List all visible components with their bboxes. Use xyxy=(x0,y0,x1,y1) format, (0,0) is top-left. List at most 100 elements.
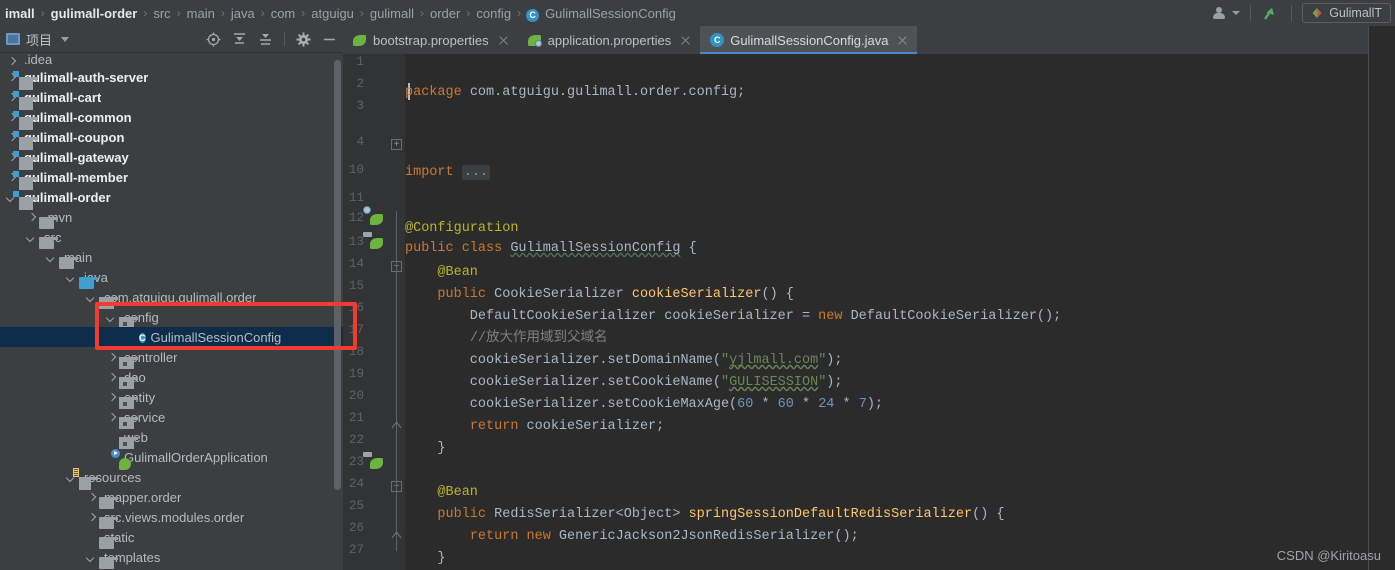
tree-item-service[interactable]: service xyxy=(0,407,343,429)
breadcrumb-item-3[interactable]: main xyxy=(186,6,216,21)
tree-arrow-spacer xyxy=(86,532,97,543)
close-icon[interactable] xyxy=(680,35,691,46)
tree-item--idea[interactable]: .idea xyxy=(0,53,343,67)
editor-tab-application-properties[interactable]: application.properties xyxy=(518,26,701,54)
collapse-all-icon[interactable] xyxy=(258,32,273,47)
fold-region-line xyxy=(396,455,397,527)
tree-item--mvn[interactable]: .mvn xyxy=(0,207,343,229)
chevron-right-icon[interactable] xyxy=(106,412,117,423)
breadcrumb-item-8[interactable]: order xyxy=(429,6,461,21)
breadcrumb-current-file[interactable]: GulimallSessionConfig xyxy=(544,6,677,21)
chevron-down-icon[interactable] xyxy=(26,232,37,243)
tree-item-label: com.atguigu.gulimall.order xyxy=(104,289,257,305)
error-stripe-column[interactable] xyxy=(1369,26,1395,570)
chevron-right-icon[interactable] xyxy=(26,212,37,223)
tree-item-src[interactable]: src xyxy=(0,227,343,249)
fold-end-cap-icon[interactable] xyxy=(391,526,402,539)
line-number: 1 xyxy=(356,55,364,69)
tree-item-mapper-order[interactable]: mapper.order xyxy=(0,487,343,509)
close-icon[interactable] xyxy=(897,35,908,46)
editor-tab-gulimall-session-config[interactable]: C GulimallSessionConfig.java xyxy=(700,26,918,54)
chevron-down-icon[interactable] xyxy=(1232,11,1241,15)
tree-item-gulimall-common[interactable]: gulimall-common xyxy=(0,107,343,130)
breadcrumb-item-0[interactable]: imall xyxy=(4,6,36,21)
breadcrumb-item-9[interactable]: config xyxy=(475,6,512,21)
project-tree[interactable]: .idea gulimall-auth-server gulimall-cart gu… xyxy=(0,53,343,570)
chevron-down-icon[interactable] xyxy=(61,36,70,42)
code-line-4: import ... xyxy=(405,165,491,180)
tree-item-label: gulimall-gateway xyxy=(24,149,129,165)
run-configuration-icon xyxy=(1312,8,1322,18)
code-line-20: return cookieSerializer; xyxy=(469,419,665,434)
tree-item-gulimallsessionconfig[interactable]: C GulimallSessionConfig xyxy=(0,327,343,347)
tree-item-gulimall-cart[interactable]: gulimall-cart xyxy=(0,87,343,110)
chevron-right-icon[interactable] xyxy=(6,56,17,67)
editor-gutter[interactable]: 1 2 3 4 10 11 12 13 14 15 16 17 18 19 20 21 22 23 24 25 26 27… xyxy=(343,54,405,570)
expand-all-icon[interactable] xyxy=(232,32,247,47)
tree-item-web[interactable]: web xyxy=(0,427,343,449)
tree-arrow-spacer xyxy=(126,332,137,343)
tree-item-label: gulimall-common xyxy=(24,109,132,125)
line-number: 21 xyxy=(348,411,364,425)
chevron-down-icon[interactable] xyxy=(106,312,117,323)
chevron-right-icon[interactable] xyxy=(106,372,117,383)
chevron-down-icon[interactable] xyxy=(86,552,97,563)
tree-item-src-views-modules-order[interactable]: src.views.modules.order xyxy=(0,507,343,529)
tree-item-gulimall-auth-server[interactable]: gulimall-auth-server xyxy=(0,67,343,90)
run-configuration-selector[interactable]: GulimallT xyxy=(1302,3,1391,23)
breadcrumb-separator: › xyxy=(466,6,471,20)
tree-item-gulimall-coupon[interactable]: gulimall-coupon xyxy=(0,127,343,150)
breadcrumb-item-4[interactable]: java xyxy=(230,6,256,21)
spring-bean-navigate-gutter-icon[interactable] xyxy=(363,452,385,472)
tree-item-dao[interactable]: dao xyxy=(0,367,343,389)
chevron-down-icon[interactable] xyxy=(66,272,77,283)
breadcrumb-item-6[interactable]: atguigu xyxy=(310,6,355,21)
fold-expand-imports-icon[interactable]: + xyxy=(391,139,402,150)
line-number: 24 xyxy=(348,477,364,491)
breadcrumb-item-5[interactable]: com xyxy=(270,6,297,21)
code-line-23: @Bean xyxy=(437,485,478,500)
line-number: 15 xyxy=(348,279,364,293)
chevron-right-icon[interactable] xyxy=(106,392,117,403)
editor-area: bootstrap.properties application.propert… xyxy=(343,26,1395,570)
divider xyxy=(284,32,285,46)
line-number: 14 xyxy=(348,257,364,271)
spring-bean-gutter-icon[interactable] xyxy=(363,206,385,228)
folded-imports-placeholder[interactable]: ... xyxy=(461,165,491,180)
tree-item-label: gulimall-member xyxy=(24,169,129,185)
chevron-right-icon[interactable] xyxy=(86,492,97,503)
tree-item-com-atguigu-gulimall-order[interactable]: com.atguigu.gulimall.order xyxy=(0,287,343,309)
tree-item-static[interactable]: static xyxy=(0,527,343,549)
tree-item-controller[interactable]: controller xyxy=(0,347,343,369)
project-tree-scrollbar[interactable] xyxy=(334,60,341,490)
spring-bean-navigate-gutter-icon[interactable] xyxy=(363,232,385,252)
chevron-right-icon[interactable] xyxy=(86,512,97,523)
person-icon[interactable] xyxy=(1212,6,1226,20)
chevron-right-icon[interactable] xyxy=(106,352,117,363)
java-class-icon: C xyxy=(139,333,146,343)
chevron-down-icon[interactable] xyxy=(46,252,57,263)
tree-item-gulimall-gateway[interactable]: gulimall-gateway xyxy=(0,147,343,170)
fold-end-cap-icon[interactable] xyxy=(391,416,402,429)
settings-gear-icon[interactable] xyxy=(296,32,311,47)
chevron-down-icon[interactable] xyxy=(86,292,97,303)
hide-icon[interactable] xyxy=(322,32,337,47)
breadcrumb-item-1[interactable]: gulimall-order xyxy=(50,6,139,21)
tree-item-resources[interactable]: resources xyxy=(0,467,343,490)
vcs-update-arrow-icon[interactable] xyxy=(1261,4,1281,22)
breadcrumb-item-7[interactable]: gulimall xyxy=(369,6,415,21)
tree-item-gulimall-member[interactable]: gulimall-member xyxy=(0,167,343,190)
tree-item-entity[interactable]: entity xyxy=(0,387,343,409)
select-opened-file-icon[interactable] xyxy=(206,32,221,47)
line-number: 19 xyxy=(348,367,364,381)
close-icon[interactable] xyxy=(498,35,509,46)
editor-tab-bootstrap-properties[interactable]: bootstrap.properties xyxy=(343,26,518,54)
tree-item-java[interactable]: java xyxy=(0,267,343,289)
code-content[interactable]: package com.atguigu.gulimall.order.confi… xyxy=(405,54,1395,570)
breadcrumb-item-2[interactable]: src xyxy=(152,6,171,21)
tree-item-gulimallorderapplication[interactable]: GulimallOrderApplication xyxy=(0,447,343,470)
tree-item-config[interactable]: config xyxy=(0,307,343,329)
tree-item-main[interactable]: main xyxy=(0,247,343,269)
tree-item-templates[interactable]: templates xyxy=(0,547,343,569)
tree-item-gulimall-order[interactable]: gulimall-order xyxy=(0,187,343,210)
